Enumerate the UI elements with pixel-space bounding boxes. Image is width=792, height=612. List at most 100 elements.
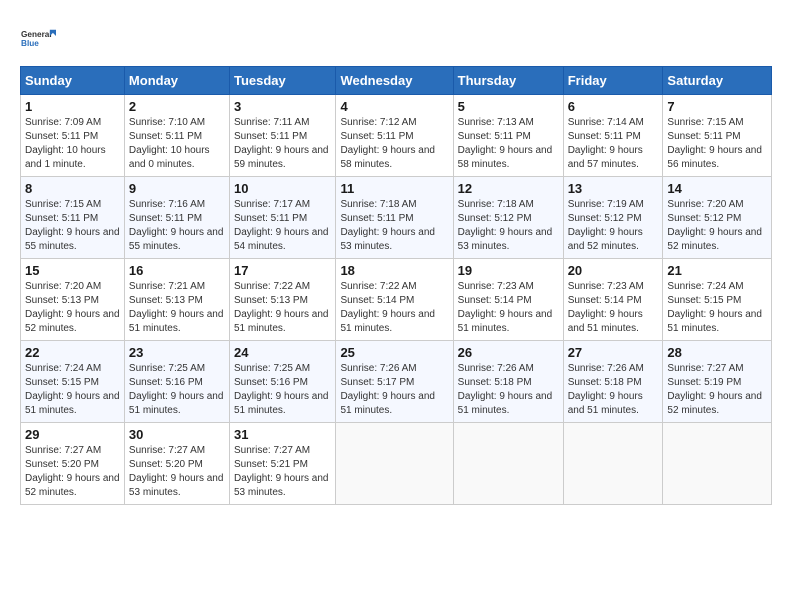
day-info: Sunrise: 7:27 AM Sunset: 5:19 PM Dayligh… — [667, 362, 767, 418]
calendar-cell: 27 Sunrise: 7:26 AM Sunset: 5:18 PM Dayl… — [563, 341, 663, 423]
calendar-cell: 19 Sunrise: 7:23 AM Sunset: 5:14 PM Dayl… — [453, 259, 563, 341]
day-info: Sunrise: 7:26 AM Sunset: 5:18 PM Dayligh… — [458, 362, 559, 418]
day-number: 10 — [234, 181, 331, 196]
day-number: 26 — [458, 345, 559, 360]
calendar-cell: 4 Sunrise: 7:12 AM Sunset: 5:11 PM Dayli… — [336, 95, 453, 177]
day-info: Sunrise: 7:26 AM Sunset: 5:18 PM Dayligh… — [568, 362, 659, 418]
header-thursday: Thursday — [453, 67, 563, 95]
calendar-cell: 21 Sunrise: 7:24 AM Sunset: 5:15 PM Dayl… — [663, 259, 772, 341]
day-number: 8 — [25, 181, 120, 196]
calendar-cell: 16 Sunrise: 7:21 AM Sunset: 5:13 PM Dayl… — [124, 259, 229, 341]
calendar-cell — [563, 423, 663, 505]
calendar-cell: 13 Sunrise: 7:19 AM Sunset: 5:12 PM Dayl… — [563, 177, 663, 259]
day-info: Sunrise: 7:09 AM Sunset: 5:11 PM Dayligh… — [25, 116, 120, 172]
calendar-week-2: 15 Sunrise: 7:20 AM Sunset: 5:13 PM Dayl… — [21, 259, 772, 341]
calendar-cell — [336, 423, 453, 505]
day-info: Sunrise: 7:20 AM Sunset: 5:13 PM Dayligh… — [25, 280, 120, 336]
calendar-cell: 15 Sunrise: 7:20 AM Sunset: 5:13 PM Dayl… — [21, 259, 125, 341]
day-number: 20 — [568, 263, 659, 278]
calendar-cell: 11 Sunrise: 7:18 AM Sunset: 5:11 PM Dayl… — [336, 177, 453, 259]
day-number: 7 — [667, 99, 767, 114]
day-number: 1 — [25, 99, 120, 114]
header-saturday: Saturday — [663, 67, 772, 95]
day-info: Sunrise: 7:24 AM Sunset: 5:15 PM Dayligh… — [25, 362, 120, 418]
day-number: 16 — [129, 263, 225, 278]
calendar-cell: 20 Sunrise: 7:23 AM Sunset: 5:14 PM Dayl… — [563, 259, 663, 341]
day-info: Sunrise: 7:18 AM Sunset: 5:11 PM Dayligh… — [340, 198, 448, 254]
day-number: 12 — [458, 181, 559, 196]
day-number: 27 — [568, 345, 659, 360]
day-number: 6 — [568, 99, 659, 114]
day-number: 19 — [458, 263, 559, 278]
day-info: Sunrise: 7:23 AM Sunset: 5:14 PM Dayligh… — [568, 280, 659, 336]
day-info: Sunrise: 7:20 AM Sunset: 5:12 PM Dayligh… — [667, 198, 767, 254]
calendar-week-0: 1 Sunrise: 7:09 AM Sunset: 5:11 PM Dayli… — [21, 95, 772, 177]
calendar-cell: 7 Sunrise: 7:15 AM Sunset: 5:11 PM Dayli… — [663, 95, 772, 177]
calendar-cell: 28 Sunrise: 7:27 AM Sunset: 5:19 PM Dayl… — [663, 341, 772, 423]
calendar-cell — [453, 423, 563, 505]
calendar-cell: 6 Sunrise: 7:14 AM Sunset: 5:11 PM Dayli… — [563, 95, 663, 177]
day-number: 28 — [667, 345, 767, 360]
day-info: Sunrise: 7:10 AM Sunset: 5:11 PM Dayligh… — [129, 116, 225, 172]
logo: General Blue — [20, 20, 56, 56]
calendar-cell: 23 Sunrise: 7:25 AM Sunset: 5:16 PM Dayl… — [124, 341, 229, 423]
calendar-cell: 26 Sunrise: 7:26 AM Sunset: 5:18 PM Dayl… — [453, 341, 563, 423]
day-info: Sunrise: 7:14 AM Sunset: 5:11 PM Dayligh… — [568, 116, 659, 172]
calendar-cell: 22 Sunrise: 7:24 AM Sunset: 5:15 PM Dayl… — [21, 341, 125, 423]
day-info: Sunrise: 7:17 AM Sunset: 5:11 PM Dayligh… — [234, 198, 331, 254]
day-info: Sunrise: 7:24 AM Sunset: 5:15 PM Dayligh… — [667, 280, 767, 336]
day-number: 15 — [25, 263, 120, 278]
day-info: Sunrise: 7:16 AM Sunset: 5:11 PM Dayligh… — [129, 198, 225, 254]
calendar-cell: 14 Sunrise: 7:20 AM Sunset: 5:12 PM Dayl… — [663, 177, 772, 259]
calendar-cell: 30 Sunrise: 7:27 AM Sunset: 5:20 PM Dayl… — [124, 423, 229, 505]
logo-svg: General Blue — [20, 20, 56, 56]
calendar-cell: 3 Sunrise: 7:11 AM Sunset: 5:11 PM Dayli… — [229, 95, 335, 177]
day-number: 25 — [340, 345, 448, 360]
day-number: 2 — [129, 99, 225, 114]
day-info: Sunrise: 7:15 AM Sunset: 5:11 PM Dayligh… — [667, 116, 767, 172]
calendar-header-row: SundayMondayTuesdayWednesdayThursdayFrid… — [21, 67, 772, 95]
day-info: Sunrise: 7:27 AM Sunset: 5:20 PM Dayligh… — [129, 444, 225, 500]
calendar-week-1: 8 Sunrise: 7:15 AM Sunset: 5:11 PM Dayli… — [21, 177, 772, 259]
calendar-cell: 5 Sunrise: 7:13 AM Sunset: 5:11 PM Dayli… — [453, 95, 563, 177]
day-number: 18 — [340, 263, 448, 278]
calendar-cell: 1 Sunrise: 7:09 AM Sunset: 5:11 PM Dayli… — [21, 95, 125, 177]
day-info: Sunrise: 7:26 AM Sunset: 5:17 PM Dayligh… — [340, 362, 448, 418]
day-number: 21 — [667, 263, 767, 278]
day-info: Sunrise: 7:27 AM Sunset: 5:20 PM Dayligh… — [25, 444, 120, 500]
calendar-table: SundayMondayTuesdayWednesdayThursdayFrid… — [20, 66, 772, 505]
calendar-cell: 9 Sunrise: 7:16 AM Sunset: 5:11 PM Dayli… — [124, 177, 229, 259]
calendar-cell: 25 Sunrise: 7:26 AM Sunset: 5:17 PM Dayl… — [336, 341, 453, 423]
day-number: 31 — [234, 427, 331, 442]
day-number: 3 — [234, 99, 331, 114]
day-info: Sunrise: 7:22 AM Sunset: 5:14 PM Dayligh… — [340, 280, 448, 336]
header-monday: Monday — [124, 67, 229, 95]
day-info: Sunrise: 7:23 AM Sunset: 5:14 PM Dayligh… — [458, 280, 559, 336]
calendar-cell: 17 Sunrise: 7:22 AM Sunset: 5:13 PM Dayl… — [229, 259, 335, 341]
day-info: Sunrise: 7:12 AM Sunset: 5:11 PM Dayligh… — [340, 116, 448, 172]
day-info: Sunrise: 7:21 AM Sunset: 5:13 PM Dayligh… — [129, 280, 225, 336]
day-info: Sunrise: 7:25 AM Sunset: 5:16 PM Dayligh… — [129, 362, 225, 418]
day-number: 22 — [25, 345, 120, 360]
day-info: Sunrise: 7:15 AM Sunset: 5:11 PM Dayligh… — [25, 198, 120, 254]
svg-text:General: General — [21, 30, 52, 39]
day-info: Sunrise: 7:11 AM Sunset: 5:11 PM Dayligh… — [234, 116, 331, 172]
header-wednesday: Wednesday — [336, 67, 453, 95]
header-tuesday: Tuesday — [229, 67, 335, 95]
calendar-cell — [663, 423, 772, 505]
day-number: 17 — [234, 263, 331, 278]
day-number: 4 — [340, 99, 448, 114]
calendar-cell: 12 Sunrise: 7:18 AM Sunset: 5:12 PM Dayl… — [453, 177, 563, 259]
day-number: 30 — [129, 427, 225, 442]
svg-text:Blue: Blue — [21, 39, 39, 48]
page-header: General Blue — [20, 20, 772, 56]
calendar-cell: 24 Sunrise: 7:25 AM Sunset: 5:16 PM Dayl… — [229, 341, 335, 423]
calendar-cell: 18 Sunrise: 7:22 AM Sunset: 5:14 PM Dayl… — [336, 259, 453, 341]
day-info: Sunrise: 7:22 AM Sunset: 5:13 PM Dayligh… — [234, 280, 331, 336]
header-friday: Friday — [563, 67, 663, 95]
day-info: Sunrise: 7:18 AM Sunset: 5:12 PM Dayligh… — [458, 198, 559, 254]
day-info: Sunrise: 7:27 AM Sunset: 5:21 PM Dayligh… — [234, 444, 331, 500]
calendar-cell: 8 Sunrise: 7:15 AM Sunset: 5:11 PM Dayli… — [21, 177, 125, 259]
day-info: Sunrise: 7:19 AM Sunset: 5:12 PM Dayligh… — [568, 198, 659, 254]
header-sunday: Sunday — [21, 67, 125, 95]
